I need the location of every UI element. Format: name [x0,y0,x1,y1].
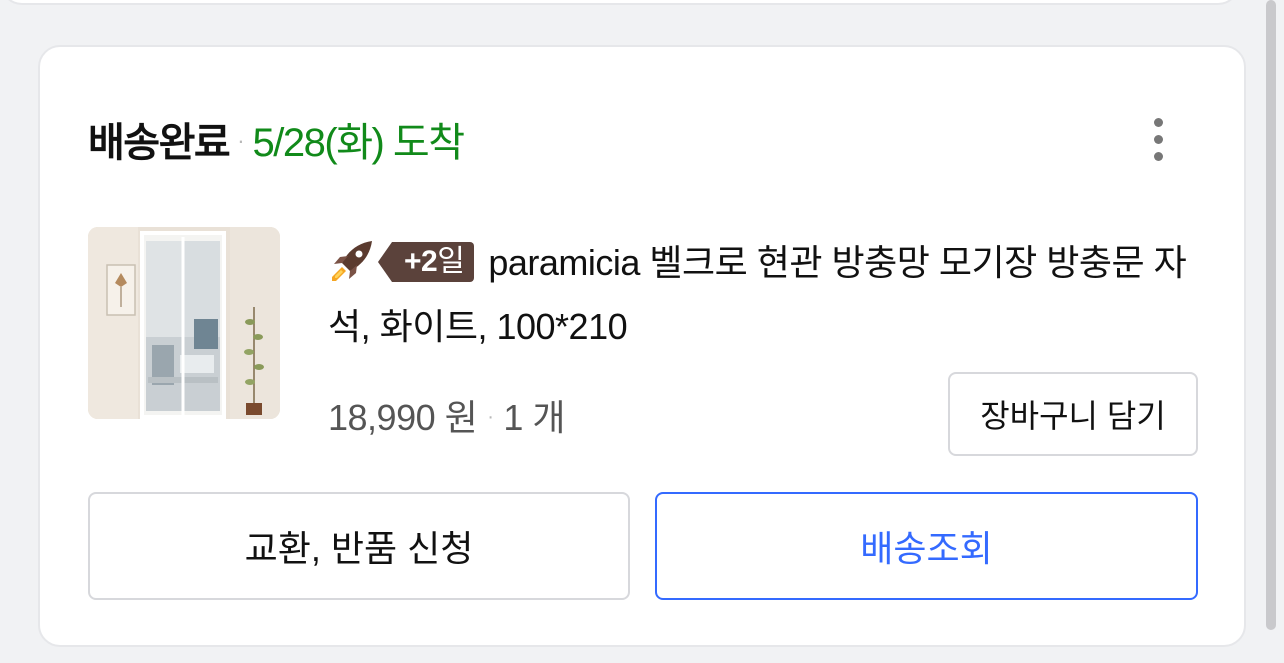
rocket-delivery-icon [332,241,372,281]
previous-order-card [0,0,1240,5]
kebab-dot [1153,117,1163,127]
scrollbar[interactable] [1266,0,1276,630]
price-row: 18,990 원 · 1 개 [328,387,566,443]
delivery-status-row: 배송완료 · 5/28(화) 도착 [88,111,466,167]
arrival-date: 5/28(화) 도착 [252,121,466,165]
order-card: 배송완료 · 5/28(화) 도착 +2일 paramicia 벨크로 현관 방… [38,45,1246,647]
badge-unit: 일 [437,245,465,278]
price-separator: · [487,405,494,428]
kebab-dot [1153,134,1163,144]
product-price: 18,990 원 [328,397,478,438]
badge-number: +2 [404,245,438,278]
delivery-status: 배송완료 [88,121,231,165]
product-image [88,227,280,419]
add-to-cart-button[interactable]: 장바구니 담기 [948,372,1198,456]
product-title[interactable]: +2일 paramicia 벨크로 현관 방충망 모기장 방충문 자석, 화이트,… [328,231,1208,359]
status-separator: · [237,128,245,153]
arrival-days-badge: +2일 [377,242,475,282]
more-options-icon[interactable] [1138,111,1178,167]
exchange-return-button[interactable]: 교환, 반품 신청 [88,492,630,600]
kebab-dot [1153,151,1163,161]
product-thumbnail[interactable] [88,227,280,419]
track-delivery-button[interactable]: 배송조회 [655,492,1198,600]
product-quantity: 1 개 [503,397,566,438]
